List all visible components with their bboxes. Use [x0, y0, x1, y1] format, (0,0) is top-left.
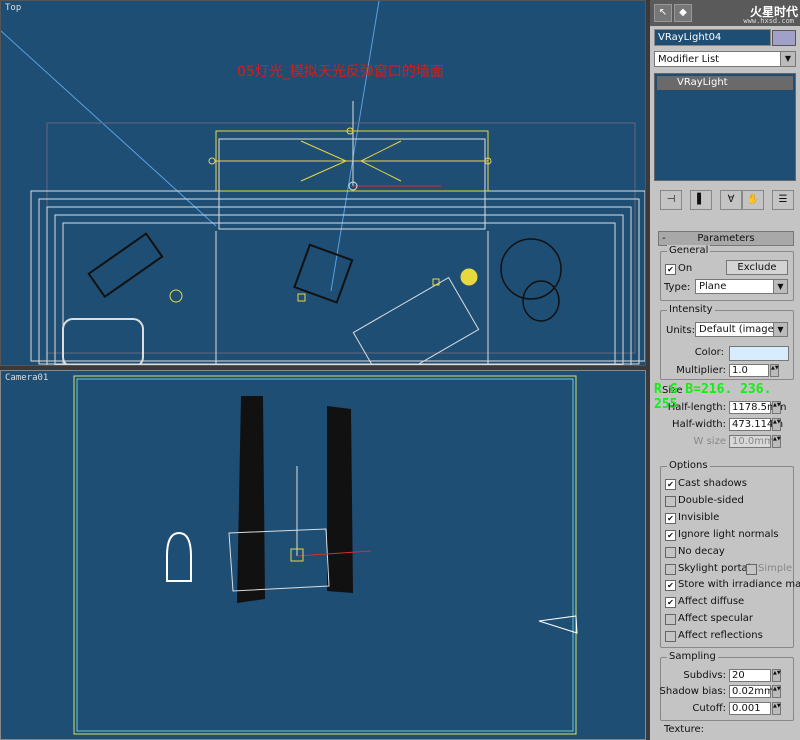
option-label: No decay: [678, 546, 725, 557]
chevron-down-icon: ▼: [773, 280, 787, 293]
exclude-button[interactable]: Exclude: [726, 260, 788, 275]
texture-title: Texture:: [664, 724, 704, 735]
chevron-down-icon: ▼: [780, 52, 795, 66]
object-name-field[interactable]: VRayLight04: [654, 29, 771, 46]
w-size-spinner[interactable]: ▲▼: [772, 435, 781, 448]
rgb-overlay-text: R G B=216. 236. 255: [654, 382, 772, 412]
type-dropdown[interactable]: Plane ▼: [695, 279, 788, 294]
option-checkbox[interactable]: [665, 614, 676, 625]
option-label: Ignore light normals: [678, 529, 779, 540]
w-size-label: W size: [693, 436, 726, 447]
camera-viewport-render: [73, 375, 578, 735]
make-unique-icon[interactable]: ∀: [720, 190, 742, 210]
modifier-list-dropdown[interactable]: Modifier List ▼: [654, 51, 796, 67]
on-label: On: [678, 263, 693, 274]
shadow-bias-label: Shadow bias:: [659, 686, 726, 697]
half-width-label: Half-width:: [672, 419, 726, 430]
stack-buttons: ⊣ ▌ ∀ ✋ ☰: [654, 188, 796, 210]
half-width-spinner[interactable]: ▲▼: [772, 418, 781, 431]
simple-checkbox[interactable]: [746, 564, 757, 575]
shadow-bias-spinner[interactable]: ▲▼: [772, 685, 781, 698]
top-viewport[interactable]: Top 05灯光_模拟天光反弹窗口的墙面: [0, 0, 646, 366]
stack-item-vraylight[interactable]: VRayLight: [657, 76, 793, 90]
intensity-title: Intensity: [667, 304, 715, 315]
modify-tab-icon[interactable]: ◆: [674, 4, 692, 22]
option-label: Affect reflections: [678, 630, 763, 641]
option-checkbox[interactable]: ✔: [665, 530, 676, 541]
option-checkbox[interactable]: [665, 547, 676, 558]
subdivs-spinner[interactable]: ▲▼: [772, 669, 781, 682]
cutoff-field[interactable]: 0.001: [729, 702, 771, 715]
cutoff-label: Cutoff:: [692, 703, 726, 714]
units-dropdown[interactable]: Default (image) ▼: [695, 322, 788, 337]
options-title: Options: [667, 460, 710, 471]
parameters-rollout-header[interactable]: - Parameters: [658, 231, 794, 246]
top-viewport-wireframe: [1, 1, 645, 365]
multiplier-label: Multiplier:: [676, 365, 726, 376]
rollout-title: Parameters: [697, 233, 755, 244]
annotation-text: 05灯光_模拟天光反弹窗口的墙面: [237, 64, 444, 80]
option-label: Affect diffuse: [678, 596, 745, 607]
simple-label: Simple: [758, 563, 793, 574]
object-color-swatch[interactable]: [772, 30, 796, 46]
subdivs-field[interactable]: 20: [729, 669, 771, 682]
option-label: Store with irradiance map: [678, 579, 800, 590]
option-label: Skylight portal: [678, 563, 751, 574]
type-value: Plane: [699, 281, 727, 292]
shadow-bias-field[interactable]: 0.02mm: [729, 685, 774, 698]
multiplier-spinner[interactable]: ▲▼: [770, 364, 779, 377]
option-checkbox[interactable]: [665, 631, 676, 642]
type-label: Type:: [664, 282, 691, 293]
command-panel-tabs: ↖ ◆ 火星时代 www.hxsd.com: [650, 0, 800, 26]
multiplier-field[interactable]: 1.0: [729, 364, 769, 377]
option-checkbox[interactable]: [665, 564, 676, 575]
option-checkbox[interactable]: ✔: [665, 597, 676, 608]
option-label: Cast shadows: [678, 478, 747, 489]
units-value: Default (image): [699, 324, 778, 335]
create-tab-icon[interactable]: ↖: [654, 4, 672, 22]
camera-viewport[interactable]: Camera01: [0, 370, 646, 740]
general-title: General: [667, 245, 711, 256]
show-end-result-icon[interactable]: ▌: [690, 190, 712, 210]
modifier-list-label: Modifier List: [658, 54, 720, 65]
option-label: Double-sided: [678, 495, 744, 506]
units-label: Units:: [666, 325, 695, 336]
configure-sets-icon[interactable]: ☰: [772, 190, 794, 210]
option-label: Affect specular: [678, 613, 754, 624]
remove-modifier-icon[interactable]: ✋: [742, 190, 764, 210]
option-checkbox[interactable]: ✔: [665, 580, 676, 591]
option-checkbox[interactable]: ✔: [665, 513, 676, 524]
option-checkbox[interactable]: [665, 496, 676, 507]
sampling-title: Sampling: [667, 651, 718, 662]
on-checkbox[interactable]: ✔: [665, 264, 676, 275]
color-label: Color:: [694, 347, 724, 358]
subdivs-label: Subdivs:: [683, 670, 726, 681]
w-size-field[interactable]: 10.0mm: [729, 435, 774, 448]
modifier-stack: VRayLight: [654, 73, 796, 181]
command-panel: ↖ ◆ 火星时代 www.hxsd.com VRayLight04 Modifi…: [650, 0, 800, 740]
half-width-field[interactable]: 473.114m: [729, 418, 783, 431]
hxsd-logo-url: www.hxsd.com: [743, 17, 794, 25]
option-label: Invisible: [678, 512, 720, 523]
cutoff-spinner[interactable]: ▲▼: [772, 702, 781, 715]
collapse-icon: -: [662, 233, 666, 244]
option-checkbox[interactable]: ✔: [665, 479, 676, 490]
pin-stack-icon[interactable]: ⊣: [660, 190, 682, 210]
chevron-down-icon: ▼: [773, 323, 787, 336]
light-color-swatch[interactable]: [729, 346, 789, 361]
